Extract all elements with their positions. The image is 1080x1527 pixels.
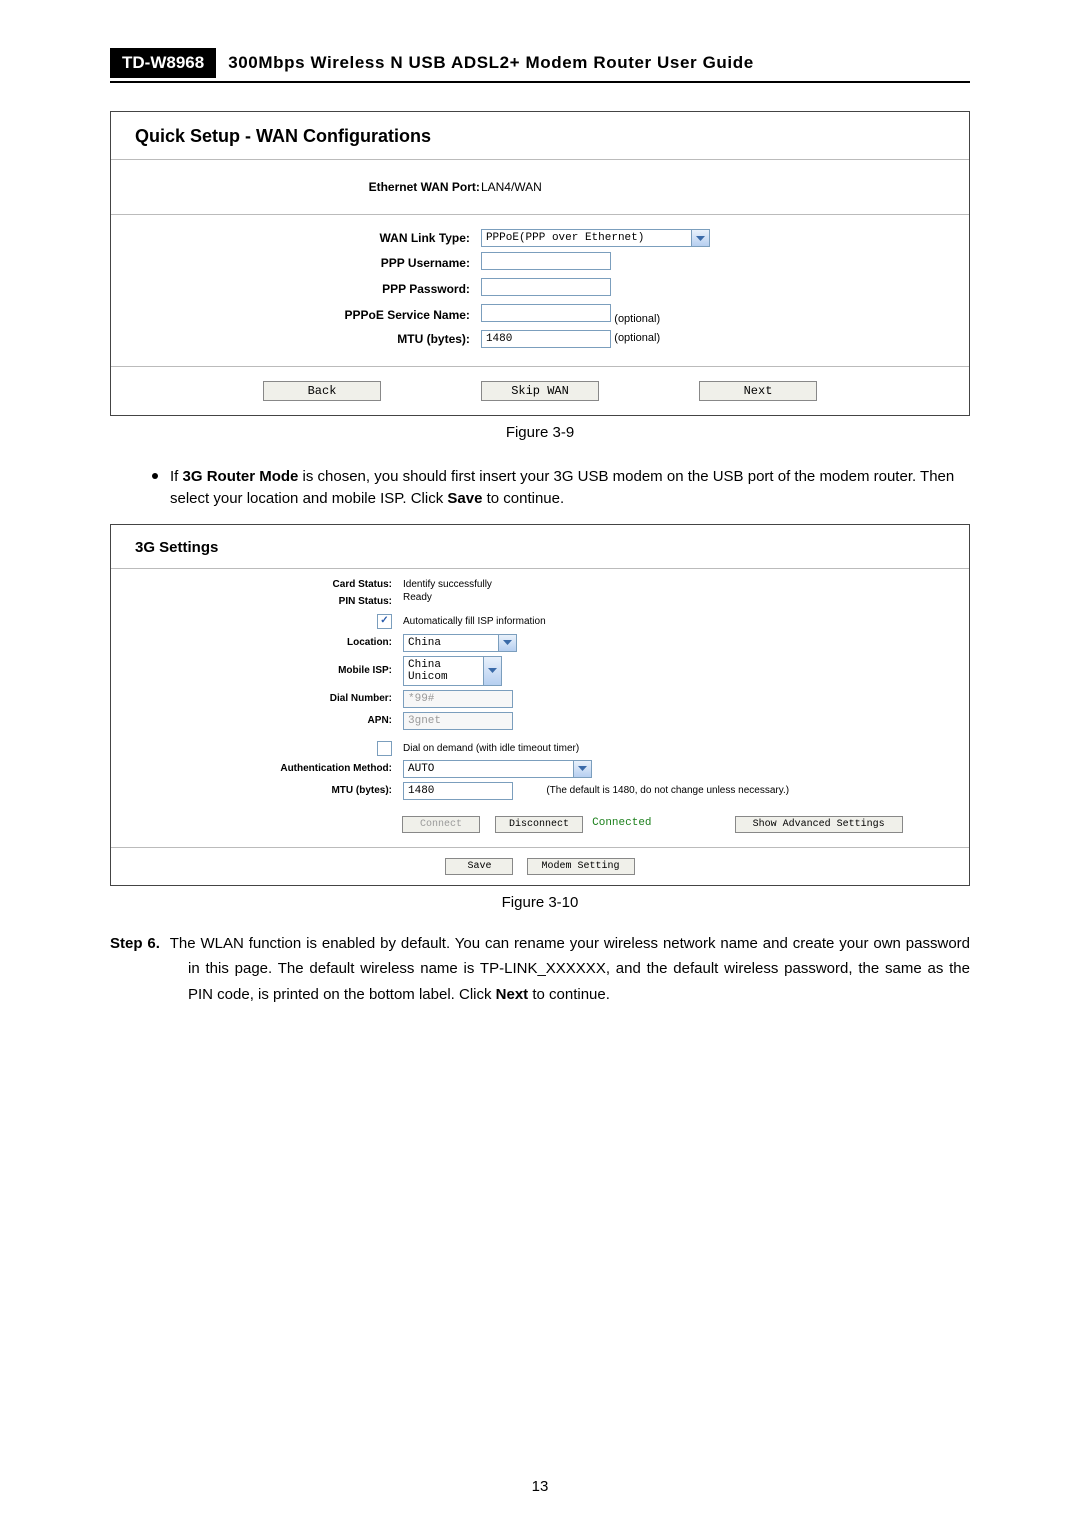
auth-method-value: AUTO — [403, 760, 573, 778]
pppoe-service-name-input[interactable] — [481, 304, 611, 322]
connection-status: Connected — [592, 817, 651, 829]
location-label: Location: — [171, 630, 402, 653]
apn-input[interactable]: 3gnet — [403, 712, 513, 730]
page-number: 13 — [0, 1478, 1080, 1495]
3g-mtu-hint: (The default is 1480, do not change unle… — [546, 785, 789, 796]
figure-3-10-caption: Figure 3-10 — [110, 894, 970, 911]
next-button[interactable]: Next — [699, 381, 817, 401]
dial-on-demand-checkbox[interactable] — [377, 741, 392, 756]
chevron-down-icon — [498, 634, 517, 652]
ppp-username-input[interactable] — [481, 252, 611, 270]
mobile-isp-label: Mobile ISP: — [171, 653, 402, 687]
wan-mtu-hint: (optional) — [614, 332, 660, 344]
modem-setting-button[interactable]: Modem Setting — [527, 858, 635, 875]
apn-label: APN: — [171, 709, 402, 740]
skip-wan-button[interactable]: Skip WAN — [481, 381, 599, 401]
wan-config-screenshot: Quick Setup - WAN Configurations Etherne… — [110, 111, 970, 416]
figure-3-9-caption: Figure 3-9 — [110, 424, 970, 441]
auto-fill-checkbox[interactable]: ✓ — [377, 614, 392, 629]
back-button[interactable]: Back — [263, 381, 381, 401]
3g-settings-screenshot: 3G Settings Card Status: Identify succes… — [110, 524, 970, 886]
card-status-value: Identify successfully — [402, 569, 903, 591]
mobile-isp-value: China Unicom — [403, 656, 483, 686]
chevron-down-icon — [573, 760, 592, 778]
dial-on-demand-label: Dial on demand (with idle timeout timer) — [402, 740, 903, 757]
dial-number-label: Dial Number: — [171, 687, 402, 709]
location-select[interactable]: China — [403, 634, 517, 652]
chevron-down-icon — [483, 656, 502, 686]
ppp-username-label: PPP Username: — [111, 248, 480, 274]
wan-mtu-input[interactable]: 1480 — [481, 330, 611, 348]
ppp-password-input[interactable] — [481, 278, 611, 296]
wan-link-type-value: PPPoE(PPP over Ethernet) — [481, 229, 691, 247]
chevron-down-icon — [691, 229, 710, 247]
show-advanced-settings-button[interactable]: Show Advanced Settings — [735, 816, 903, 833]
wan-panel-title: Quick Setup - WAN Configurations — [111, 112, 969, 159]
doc-header: TD-W8968 300Mbps Wireless N USB ADSL2+ M… — [110, 48, 970, 83]
ewan-port-value: LAN4/WAN — [480, 160, 969, 214]
location-value: China — [403, 634, 498, 652]
ewan-port-label: Ethernet WAN Port: — [111, 160, 480, 214]
wan-mtu-label: MTU (bytes): — [111, 326, 480, 366]
step-6-paragraph: Step 6. The WLAN function is enabled by … — [110, 931, 970, 1008]
wan-link-type-select[interactable]: PPPoE(PPP over Ethernet) — [481, 229, 710, 247]
3g-mtu-input[interactable]: 1480 — [403, 782, 513, 800]
3g-panel-title: 3G Settings — [111, 525, 969, 568]
bullet-3g-router-mode: If 3G Router Mode is chosen, you should … — [170, 461, 970, 510]
wan-link-type-label: WAN Link Type: — [111, 215, 480, 248]
dial-number-input[interactable]: *99# — [403, 690, 513, 708]
model-badge: TD-W8968 — [110, 48, 216, 78]
pin-status-value: Ready — [402, 591, 903, 613]
3g-mtu-label: MTU (bytes): — [171, 779, 402, 810]
save-button[interactable]: Save — [445, 858, 513, 875]
connect-button[interactable]: Connect — [402, 816, 480, 833]
auth-method-select[interactable]: AUTO — [403, 760, 592, 778]
ppp-password-label: PPP Password: — [111, 274, 480, 300]
svc-name-hint: (optional) — [614, 313, 660, 325]
doc-title: 300Mbps Wireless N USB ADSL2+ Modem Rout… — [228, 53, 754, 73]
pppoe-service-name-label: PPPoE Service Name: — [111, 300, 480, 326]
card-status-label: Card Status: — [171, 569, 402, 591]
mobile-isp-select[interactable]: China Unicom — [403, 656, 502, 686]
auto-fill-label: Automatically fill ISP information — [402, 613, 903, 630]
disconnect-button[interactable]: Disconnect — [495, 816, 583, 833]
pin-status-label: PIN Status: — [171, 591, 402, 613]
auth-method-label: Authentication Method: — [171, 757, 402, 779]
